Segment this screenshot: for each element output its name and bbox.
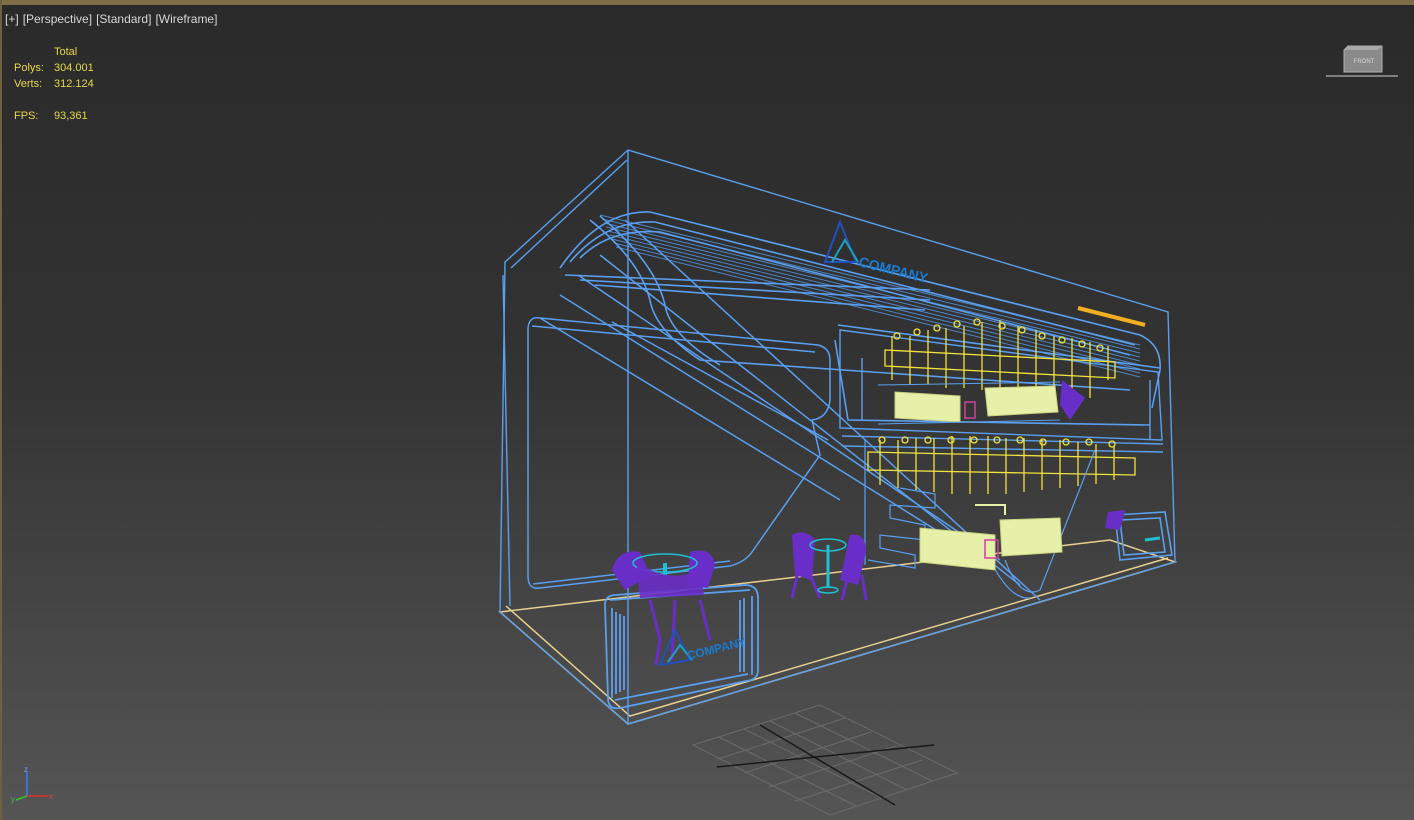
front-logo-text: COMPANY [685, 635, 747, 663]
axis-z-label: z [24, 765, 28, 774]
middle-table-set [790, 532, 868, 601]
wireframe-scene[interactable]: COMPANY COMPANY [0, 0, 1414, 820]
right-display-stand [1105, 510, 1173, 561]
viewcube[interactable]: FRONT [1326, 42, 1398, 82]
back-logo-text: COMPANY [857, 253, 930, 286]
axis-y-label: y [11, 795, 15, 804]
viewcube-face-label: FRONT [1354, 59, 1375, 65]
lower-chairs-row [867, 436, 1136, 494]
floor-outline [498, 539, 1178, 725]
axis-tripod: z x y [11, 765, 53, 804]
lower-sofas [919, 504, 1063, 571]
home-grid [691, 704, 959, 816]
axis-x-label: x [49, 792, 53, 801]
